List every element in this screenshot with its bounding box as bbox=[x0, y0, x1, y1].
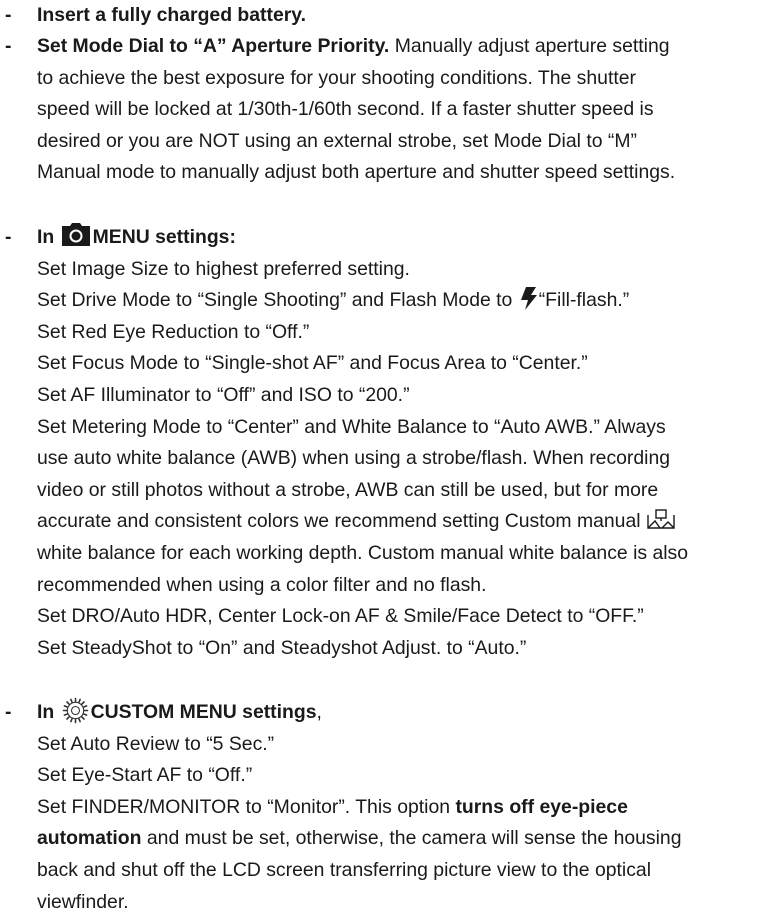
automation-bold: automation bbox=[37, 827, 142, 850]
metering-line-1: Set Metering Mode to “Center” and White … bbox=[37, 415, 666, 438]
finder-monitor-text: Set FINDER/MONITOR to “Monitor”. This op… bbox=[37, 795, 456, 818]
custom-heading-label: CUSTOM MENU settings bbox=[90, 701, 317, 723]
metering-line-6: recommended when using a color filter an… bbox=[37, 573, 487, 596]
eye-start-line: Set Eye-Start AF to “Off.” bbox=[37, 764, 253, 787]
finder-monitor-text-2: and must be set, otherwise, the camera w… bbox=[141, 827, 682, 850]
list-dash: - bbox=[5, 226, 12, 248]
list-dash: - bbox=[5, 4, 12, 26]
metering-line-4: accurate and consistent colors we recomm… bbox=[37, 506, 688, 538]
finder-monitor-line-4: viewfinder. bbox=[37, 890, 129, 913]
metering-line-5: white balance for each working depth. Cu… bbox=[37, 541, 689, 564]
auto-review-line: Set Auto Review to “5 Sec.” bbox=[37, 732, 275, 755]
mode-dial-line-2: to achieve the best exposure for your sh… bbox=[37, 66, 636, 89]
flash-icon bbox=[520, 287, 537, 311]
mode-dial-heading: Set Mode Dial to “A” Aperture Priority. bbox=[37, 35, 390, 57]
finder-monitor-bold: turns off eye-piece bbox=[455, 795, 628, 818]
mode-dial-line-3: speed will be locked at 1/30th-1/60th se… bbox=[37, 98, 654, 121]
drive-mode-text: Set Drive Mode to “Single Shooting” and … bbox=[37, 289, 518, 312]
finder-monitor-line-1: Set FINDER/MONITOR to “Monitor”. This op… bbox=[37, 792, 682, 824]
focus-mode-line: Set Focus Mode to “Single-shot AF” and F… bbox=[37, 352, 588, 375]
mode-dial-line-4: desired or you are NOT using an external… bbox=[37, 129, 637, 152]
metering-line-2: use auto white balance (AWB) when using … bbox=[37, 447, 671, 470]
list-item-menu-settings: - In MENU settings: Set Image Size to hi… bbox=[0, 222, 688, 664]
custom-menu-heading: In CUSTOM MENU settings, bbox=[37, 697, 682, 729]
custom-white-balance-icon bbox=[646, 509, 675, 530]
mode-dial-line-1: Set Mode Dial to “A” Aperture Priority. … bbox=[37, 31, 675, 63]
menu-settings-heading: In MENU settings: bbox=[37, 222, 688, 254]
dro-line: Set DRO/Auto HDR, Center Lock-on AF & Sm… bbox=[37, 605, 644, 628]
metering-line-4-text: accurate and consistent colors we recomm… bbox=[37, 510, 641, 533]
custom-heading-comma: , bbox=[316, 701, 322, 723]
red-eye-line: Set Red Eye Reduction to “Off.” bbox=[37, 320, 310, 343]
menu-heading-label: MENU settings: bbox=[92, 226, 236, 248]
af-illuminator-line: Set AF Illuminator to “Off” and ISO to “… bbox=[37, 383, 410, 406]
menu-heading-prefix: In bbox=[37, 226, 60, 248]
metering-line-3: video or still photos without a strobe, … bbox=[37, 478, 659, 501]
list-item-custom-menu: - In CUSTOM MENU settings, Set Auto Revi… bbox=[0, 697, 682, 918]
list-item-mode-dial: - Set Mode Dial to “A” Aperture Priority… bbox=[0, 31, 675, 189]
custom-gear-icon bbox=[62, 697, 88, 724]
mode-dial-text: Manually adjust aperture setting bbox=[389, 35, 670, 57]
drive-mode-line: Set Drive Mode to “Single Shooting” and … bbox=[37, 285, 688, 317]
finder-monitor-line-2: automation and must be set, otherwise, t… bbox=[37, 823, 682, 855]
list-item-battery: - Insert a fully charged battery. bbox=[0, 0, 306, 32]
list-dash: - bbox=[5, 35, 12, 57]
battery-instruction: Insert a fully charged battery. bbox=[37, 4, 307, 26]
custom-heading-prefix: In bbox=[37, 701, 60, 723]
list-dash: - bbox=[5, 701, 12, 723]
flash-mode-text: “Fill-flash.” bbox=[538, 289, 630, 312]
camera-icon bbox=[61, 223, 90, 246]
finder-monitor-line-3: back and shut off the LCD screen transfe… bbox=[37, 858, 652, 881]
image-size-line: Set Image Size to highest preferred sett… bbox=[37, 257, 410, 280]
steadyshot-line: Set SteadyShot to “On” and Steadyshot Ad… bbox=[37, 636, 527, 659]
mode-dial-line-5: Manual mode to manually adjust both aper… bbox=[37, 161, 676, 184]
